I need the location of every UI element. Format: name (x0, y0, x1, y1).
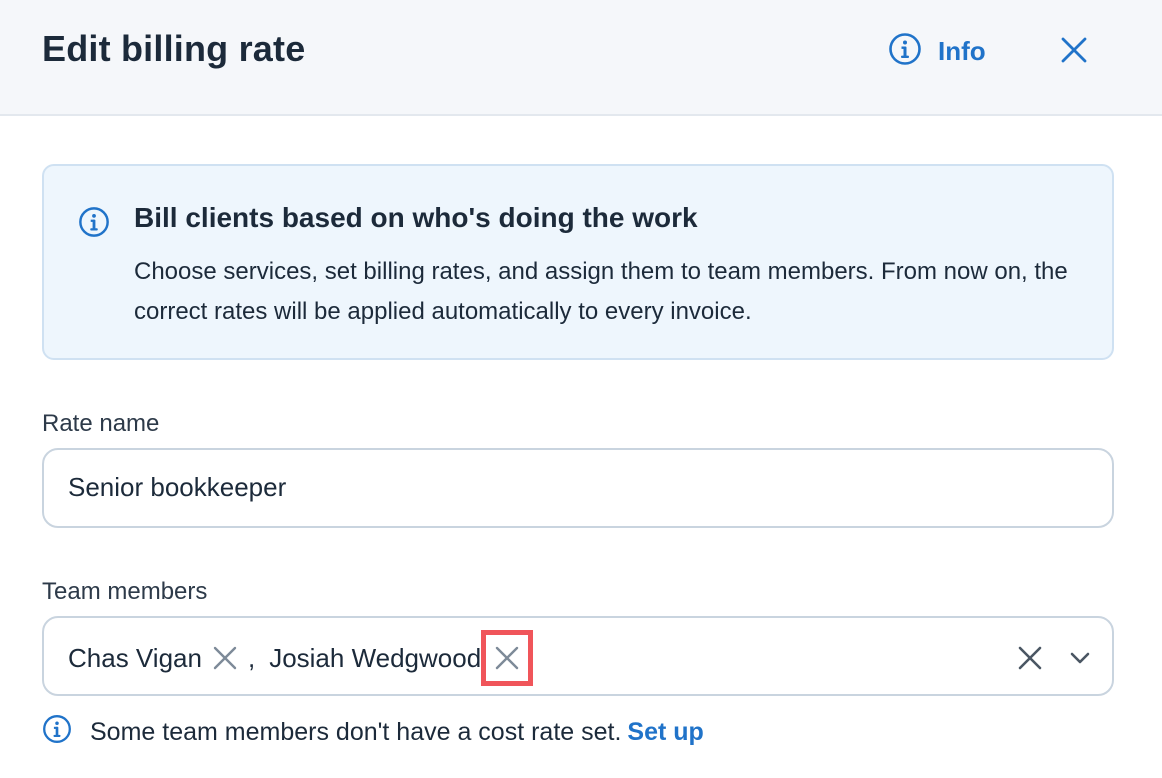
remove-member-button-highlighted[interactable] (481, 630, 534, 686)
dialog-title: Edit billing rate (42, 28, 306, 69)
dialog-header: Edit billing rate Info (0, 0, 1162, 116)
close-icon (495, 646, 519, 670)
selected-members: Chas Vigan , Josiah Wedgwood (68, 630, 534, 686)
remove-member-button[interactable] (208, 638, 242, 678)
clear-all-button[interactable] (1010, 638, 1050, 678)
chip-separator: , (247, 642, 256, 673)
member-chip-label: Josiah Wedgwood (269, 642, 482, 673)
close-button[interactable] (1054, 32, 1094, 72)
banner-body: Choose services, set billing rates, and … (134, 258, 1068, 325)
chevron-down-icon (1070, 652, 1090, 664)
close-icon (1060, 36, 1088, 69)
info-banner: Bill clients based on who's doing the wo… (42, 164, 1114, 360)
info-circle-icon (888, 32, 922, 71)
rate-name-label: Rate name (42, 410, 160, 437)
close-icon (1018, 646, 1042, 670)
set-up-link[interactable]: Set up (627, 718, 703, 746)
hint-text: Some team members don't have a cost rate… (90, 718, 622, 746)
info-circle-icon (42, 714, 72, 751)
team-members-label: Team members (42, 578, 208, 605)
info-circle-icon (78, 206, 110, 243)
info-button[interactable]: Info (888, 32, 986, 71)
rate-name-input[interactable]: Senior bookkeeper (42, 448, 1114, 528)
dropdown-toggle[interactable] (1060, 638, 1100, 678)
member-chip-label: Chas Vigan (68, 642, 202, 673)
cost-rate-hint: Some team members don't have a cost rate… (42, 714, 704, 751)
banner-title: Bill clients based on who's doing the wo… (134, 202, 698, 233)
rate-name-value: Senior bookkeeper (68, 472, 287, 502)
info-button-label: Info (938, 36, 986, 66)
close-icon (213, 646, 237, 670)
team-members-select[interactable]: Chas Vigan , Josiah Wedgwood (42, 616, 1114, 696)
